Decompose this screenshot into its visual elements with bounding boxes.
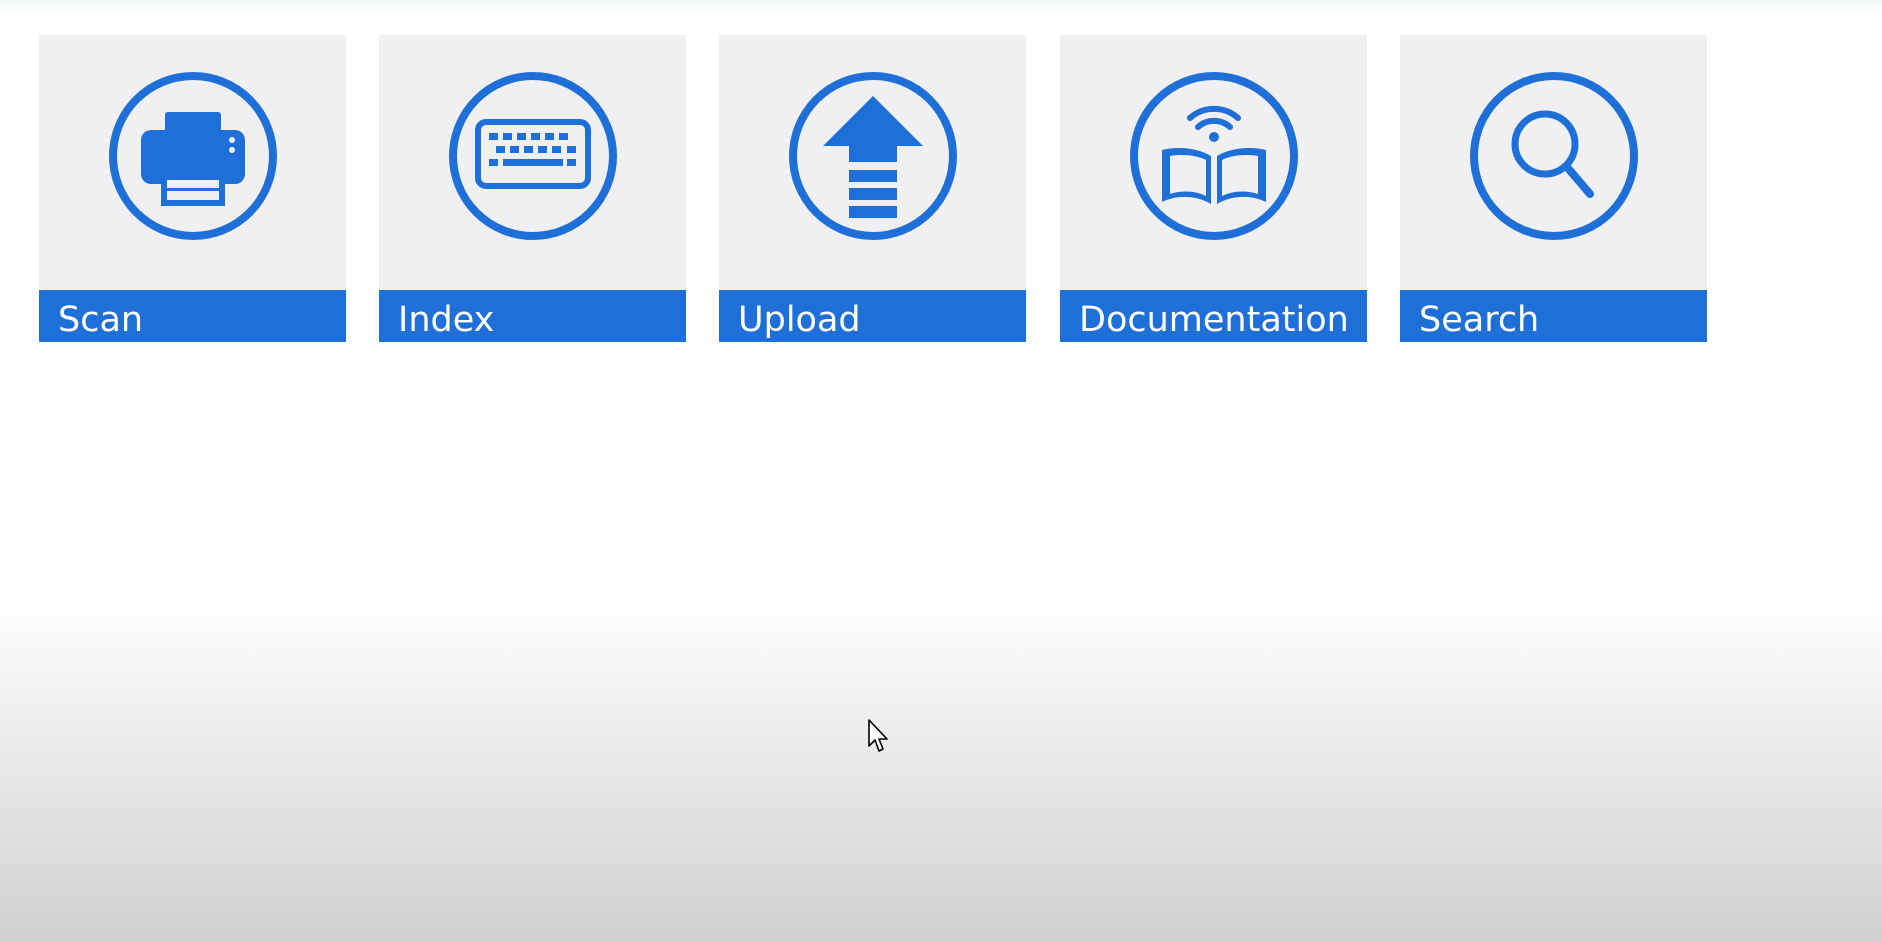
tile-menu: Scan Index Upload Documentation Search	[0, 0, 1882, 942]
scan-tile[interactable]: Scan	[39, 35, 346, 342]
search-label: Search	[1419, 300, 1540, 340]
upload-tile[interactable]: Upload	[719, 35, 1026, 342]
documentation-label: Documentation	[1079, 300, 1349, 340]
scan-label: Scan	[58, 300, 144, 340]
index-label-bar: Index	[379, 290, 686, 342]
scan-label-bar: Scan	[39, 290, 346, 342]
index-tile[interactable]: Index	[379, 35, 686, 342]
index-label: Index	[398, 300, 495, 340]
search-tile[interactable]: Search	[1400, 35, 1707, 342]
mouse-pointer-icon	[868, 719, 888, 752]
documentation-tile[interactable]: Documentation	[1060, 35, 1367, 342]
search-label-bar: Search	[1400, 290, 1707, 342]
upload-label: Upload	[738, 300, 861, 340]
printer-icon	[39, 70, 346, 242]
documentation-label-bar: Documentation	[1060, 290, 1367, 342]
upload-label-bar: Upload	[719, 290, 1026, 342]
upload-arrow-icon	[719, 70, 1026, 242]
keyboard-icon	[379, 70, 686, 242]
wireless-book-icon	[1060, 70, 1367, 242]
magnifier-icon	[1400, 70, 1707, 242]
